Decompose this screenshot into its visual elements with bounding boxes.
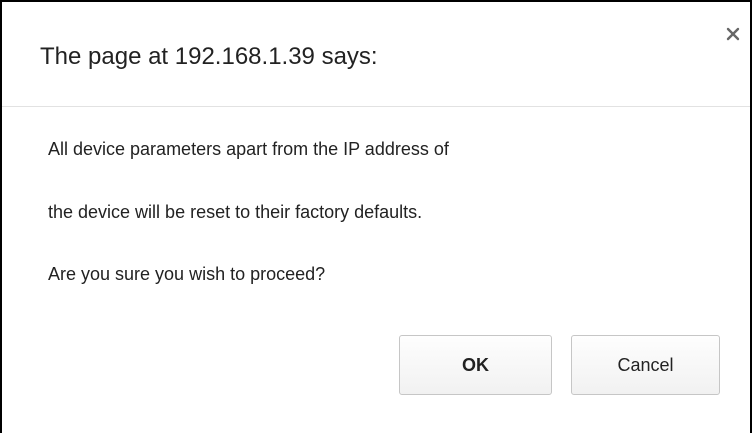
close-icon[interactable]	[724, 25, 742, 43]
confirm-dialog: The page at 192.168.1.39 says: All devic…	[0, 0, 752, 433]
message-line: Are you sure you wish to proceed?	[48, 264, 326, 284]
cancel-button[interactable]: Cancel	[571, 335, 720, 395]
message-line: All device parameters apart from the IP …	[48, 139, 449, 159]
message-line: the device will be reset to their factor…	[48, 202, 423, 222]
close-icon-glyph	[726, 27, 740, 41]
title-divider	[2, 106, 750, 107]
ok-button[interactable]: OK	[399, 335, 552, 395]
dialog-title: The page at 192.168.1.39 says:	[40, 43, 378, 70]
